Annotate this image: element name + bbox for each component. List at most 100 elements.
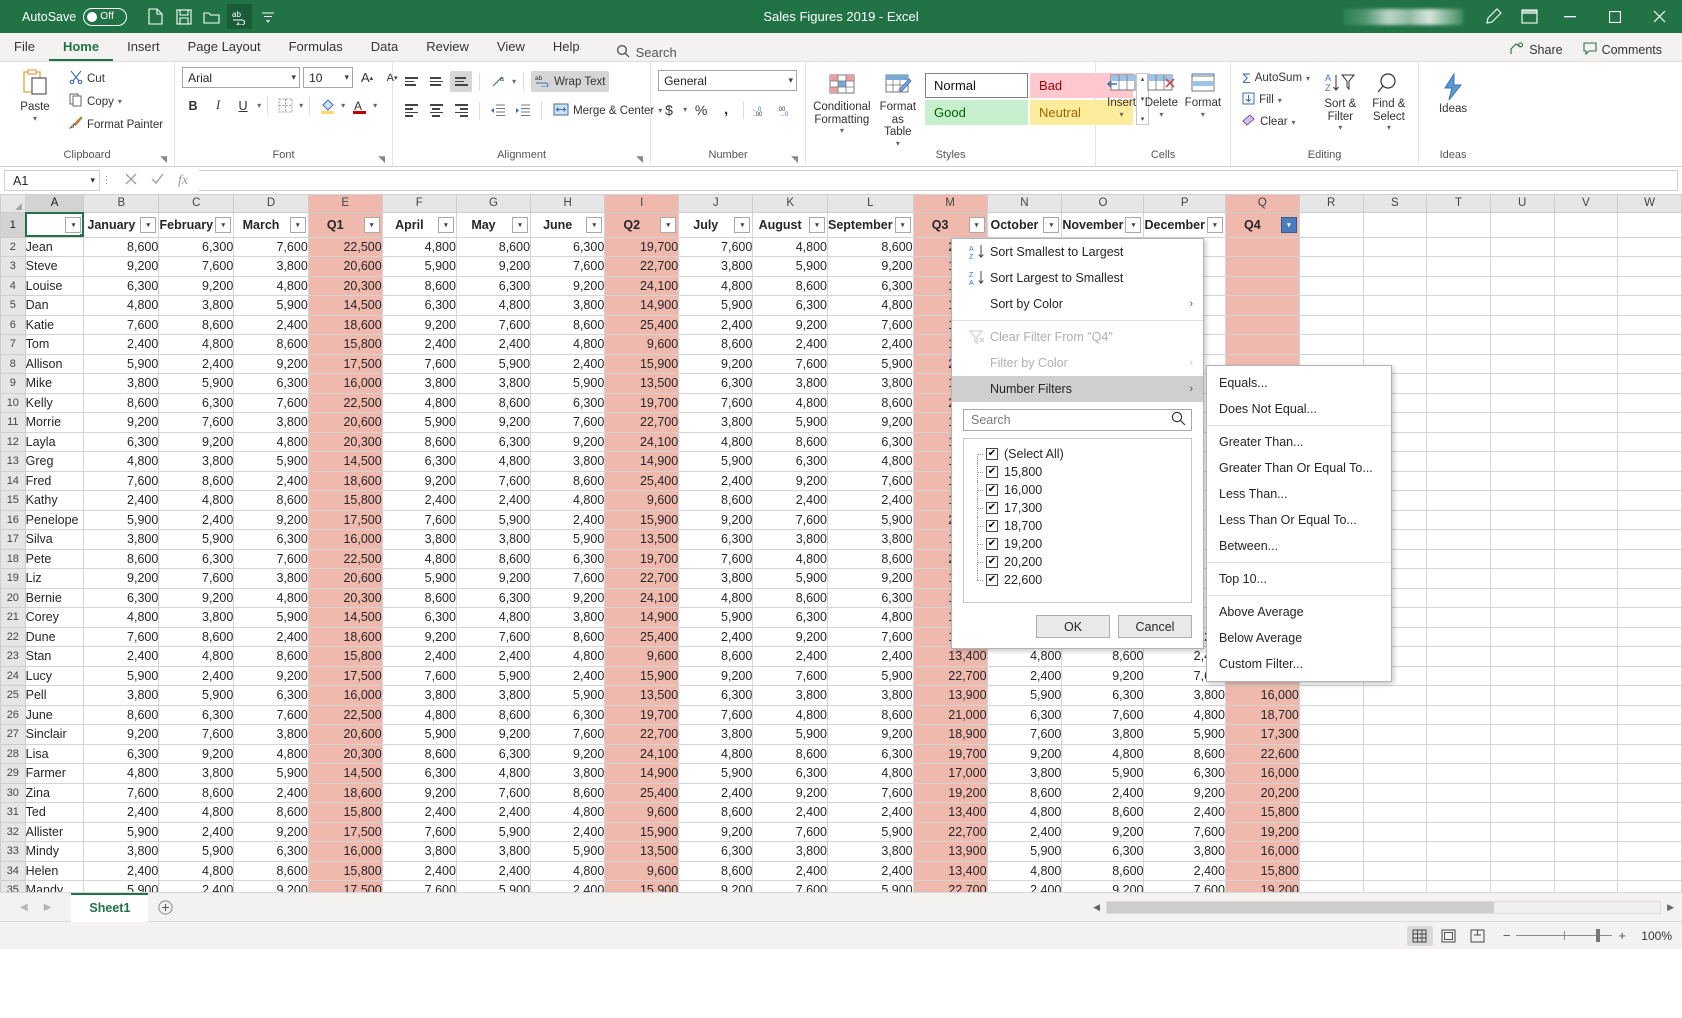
cell-E30[interactable]: 18,600 bbox=[308, 783, 383, 803]
cell-F3[interactable]: 5,900 bbox=[382, 256, 457, 277]
comma-style-button[interactable]: , bbox=[715, 99, 737, 120]
cell-L4[interactable]: 6,300 bbox=[827, 276, 914, 296]
autosave-control[interactable]: AutoSave Off bbox=[22, 7, 128, 26]
cell-P34[interactable]: 2,400 bbox=[1143, 861, 1226, 881]
cell-A25[interactable]: Pell bbox=[25, 685, 85, 706]
cell-U4[interactable] bbox=[1490, 276, 1555, 296]
column-header-f[interactable]: F bbox=[381, 195, 457, 213]
number-filter-custom-filter[interactable]: Custom Filter... bbox=[1207, 651, 1391, 677]
cell-K12[interactable]: 8,600 bbox=[752, 432, 828, 452]
header-cell-A1[interactable]: ▾ bbox=[25, 212, 85, 238]
font-color-button[interactable]: A bbox=[348, 95, 370, 116]
cell-A3[interactable]: Steve bbox=[25, 256, 85, 277]
cell-A30[interactable]: Zina bbox=[25, 783, 85, 803]
cell-G31[interactable]: 2,400 bbox=[456, 802, 532, 823]
cell-D30[interactable]: 2,400 bbox=[233, 783, 309, 803]
cell-P33[interactable]: 3,800 bbox=[1143, 841, 1226, 862]
cell-B27[interactable]: 9,200 bbox=[83, 724, 160, 745]
cell-M29[interactable]: 17,000 bbox=[913, 763, 988, 784]
cell-K14[interactable]: 9,200 bbox=[752, 471, 828, 491]
cell-J28[interactable]: 4,800 bbox=[678, 744, 754, 764]
cell-I20[interactable]: 24,100 bbox=[604, 588, 680, 608]
cell-K23[interactable]: 2,400 bbox=[752, 646, 828, 667]
cell-A7[interactable]: Tom bbox=[25, 334, 85, 355]
cell-N33[interactable]: 5,900 bbox=[987, 841, 1063, 862]
cell-U27[interactable] bbox=[1490, 724, 1555, 745]
search-icon[interactable] bbox=[1171, 411, 1186, 429]
filter-button-name[interactable]: ▾ bbox=[65, 216, 82, 233]
cell-K35[interactable]: 7,600 bbox=[752, 880, 828, 892]
cell-H18[interactable]: 6,300 bbox=[530, 549, 606, 569]
cell-C33[interactable]: 5,900 bbox=[158, 841, 235, 862]
cell-I12[interactable]: 24,100 bbox=[604, 432, 680, 452]
normal-view-icon[interactable] bbox=[1406, 925, 1433, 946]
cell-T29[interactable] bbox=[1426, 763, 1491, 784]
zoom-slider[interactable]: − + 100% bbox=[1503, 928, 1672, 943]
cell-O34[interactable]: 8,600 bbox=[1061, 861, 1145, 881]
cell-I13[interactable]: 14,900 bbox=[604, 451, 680, 472]
cell-G4[interactable]: 6,300 bbox=[456, 276, 532, 296]
conditional-formatting-button[interactable]: Conditional Formatting ▾ bbox=[813, 69, 871, 135]
cell-F21[interactable]: 6,300 bbox=[382, 607, 457, 628]
cell-L13[interactable]: 4,800 bbox=[827, 451, 914, 472]
cell-B11[interactable]: 9,200 bbox=[83, 412, 160, 433]
cell-I11[interactable]: 22,700 bbox=[604, 412, 680, 433]
cell-V16[interactable] bbox=[1554, 510, 1619, 530]
cell-C11[interactable]: 7,600 bbox=[158, 412, 235, 433]
cell-B17[interactable]: 3,800 bbox=[83, 529, 160, 550]
align-center-button[interactable] bbox=[425, 100, 447, 121]
cell-V5[interactable] bbox=[1554, 295, 1619, 316]
cell-V1[interactable] bbox=[1554, 212, 1619, 238]
cell-U30[interactable] bbox=[1490, 783, 1555, 803]
cell-K4[interactable]: 8,600 bbox=[752, 276, 828, 296]
row-header-3[interactable]: 3 bbox=[0, 256, 26, 277]
row-header-15[interactable]: 15 bbox=[0, 490, 26, 511]
cell-J22[interactable]: 2,400 bbox=[678, 627, 754, 647]
cell-U20[interactable] bbox=[1490, 588, 1555, 608]
cell-E18[interactable]: 22,500 bbox=[308, 549, 383, 569]
filter-item-checkbox[interactable]: ✔ bbox=[986, 484, 998, 496]
cell-A33[interactable]: Mindy bbox=[25, 841, 85, 862]
cell-U14[interactable] bbox=[1490, 471, 1555, 491]
cell-C13[interactable]: 3,800 bbox=[158, 451, 235, 472]
cell-H27[interactable]: 7,600 bbox=[530, 724, 606, 745]
cell-G13[interactable]: 4,800 bbox=[456, 451, 532, 472]
row-header-4[interactable]: 4 bbox=[0, 275, 26, 296]
cell-P26[interactable]: 4,800 bbox=[1143, 705, 1226, 725]
filter-button-q1[interactable]: ▾ bbox=[363, 216, 380, 233]
cell-O23[interactable]: 8,600 bbox=[1061, 646, 1145, 667]
header-cell-N1[interactable]: October ▾ bbox=[987, 212, 1063, 238]
cell-H12[interactable]: 9,200 bbox=[530, 432, 606, 452]
header-cell-H1[interactable]: June ▾ bbox=[530, 212, 606, 238]
cell-U25[interactable] bbox=[1490, 685, 1555, 706]
cell-H34[interactable]: 4,800 bbox=[530, 861, 606, 881]
cell-E34[interactable]: 15,800 bbox=[308, 861, 383, 881]
cell-J4[interactable]: 4,800 bbox=[678, 276, 754, 296]
cell-S3[interactable] bbox=[1363, 256, 1428, 277]
cell-O28[interactable]: 4,800 bbox=[1061, 744, 1145, 764]
cell-Q25[interactable]: 16,000 bbox=[1225, 685, 1300, 706]
cell-G10[interactable]: 8,600 bbox=[456, 393, 532, 413]
zoom-track[interactable] bbox=[1516, 929, 1613, 942]
cell-J21[interactable]: 5,900 bbox=[678, 607, 754, 628]
cell-K6[interactable]: 9,200 bbox=[752, 315, 828, 335]
row-header-32[interactable]: 32 bbox=[0, 821, 26, 842]
cell-A22[interactable]: Dune bbox=[25, 627, 85, 647]
cell-D31[interactable]: 8,600 bbox=[233, 802, 309, 823]
cell-D32[interactable]: 9,200 bbox=[233, 822, 309, 842]
row-header-33[interactable]: 33 bbox=[0, 841, 26, 862]
column-header-a[interactable]: A bbox=[24, 195, 85, 213]
cell-Q3[interactable] bbox=[1225, 256, 1300, 277]
cell-A34[interactable]: Helen bbox=[25, 861, 85, 881]
cut-button[interactable]: Cut bbox=[65, 68, 167, 89]
cell-I24[interactable]: 15,900 bbox=[604, 666, 680, 686]
cell-E13[interactable]: 14,500 bbox=[308, 451, 383, 472]
cell-H14[interactable]: 8,600 bbox=[530, 471, 606, 491]
cell-F34[interactable]: 2,400 bbox=[382, 861, 457, 881]
cell-A9[interactable]: Mike bbox=[25, 373, 85, 394]
cell-C8[interactable]: 2,400 bbox=[158, 354, 235, 374]
number-filter-top-10[interactable]: Top 10... bbox=[1207, 566, 1391, 592]
cell-D11[interactable]: 3,800 bbox=[233, 412, 309, 433]
cell-E16[interactable]: 17,500 bbox=[308, 510, 383, 530]
cell-S7[interactable] bbox=[1363, 334, 1428, 355]
